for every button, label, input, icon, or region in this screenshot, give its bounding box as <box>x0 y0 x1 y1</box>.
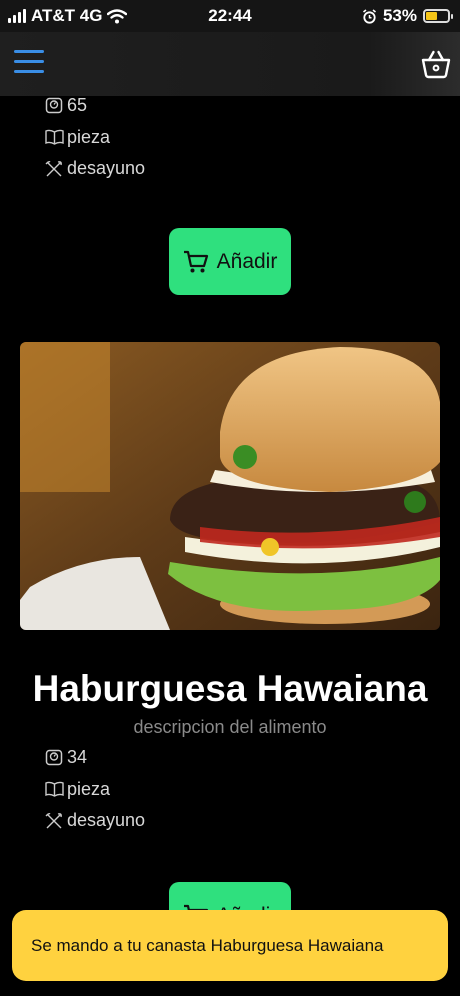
alarm-icon <box>362 8 376 24</box>
quantity-row: 34 <box>44 742 145 774</box>
unit-row: pieza <box>44 122 145 154</box>
category-row: desayuno <box>44 805 145 837</box>
add-to-basket-button[interactable]: Añadir <box>169 228 291 295</box>
category-value: desayuno <box>67 810 146 831</box>
category-value: desayuno <box>67 158 146 179</box>
quantity-row: 65 <box>44 90 145 122</box>
book-icon <box>44 780 64 798</box>
unit-value: pieza <box>67 778 111 799</box>
basket-icon[interactable] <box>420 48 452 80</box>
category-row: desayuno <box>44 153 145 185</box>
scale-icon <box>44 97 64 115</box>
toast-message: Se mando a tu canasta Haburguesa Hawaian… <box>31 935 384 955</box>
add-button-label: Añadir <box>216 249 278 273</box>
cart-icon <box>183 250 208 272</box>
scale-icon <box>44 749 64 767</box>
unit-value: pieza <box>67 126 111 147</box>
product-image <box>20 342 440 630</box>
product-meta: 65 pieza desayuno <box>0 90 145 185</box>
status-bar: AT&T 4G 22:44 53% <box>0 0 460 32</box>
battery-icon <box>423 9 453 23</box>
hamburger-menu-icon[interactable] <box>14 50 46 76</box>
product-meta: 34 pieza desayuno <box>0 742 145 837</box>
battery-percent: 53% <box>382 6 417 25</box>
unit-row: pieza <box>44 774 145 806</box>
toast-notification: Se mando a tu canasta Haburguesa Hawaian… <box>12 910 448 981</box>
utensils-icon <box>44 160 64 178</box>
utensils-icon <box>44 812 64 830</box>
book-icon <box>44 128 64 146</box>
product-title: Haburguesa Hawaiana <box>32 668 428 709</box>
quantity-value: 65 <box>67 95 88 116</box>
quantity-value: 34 <box>67 747 88 768</box>
product-description: descripcion del alimento <box>133 717 327 737</box>
app-header <box>0 32 460 96</box>
